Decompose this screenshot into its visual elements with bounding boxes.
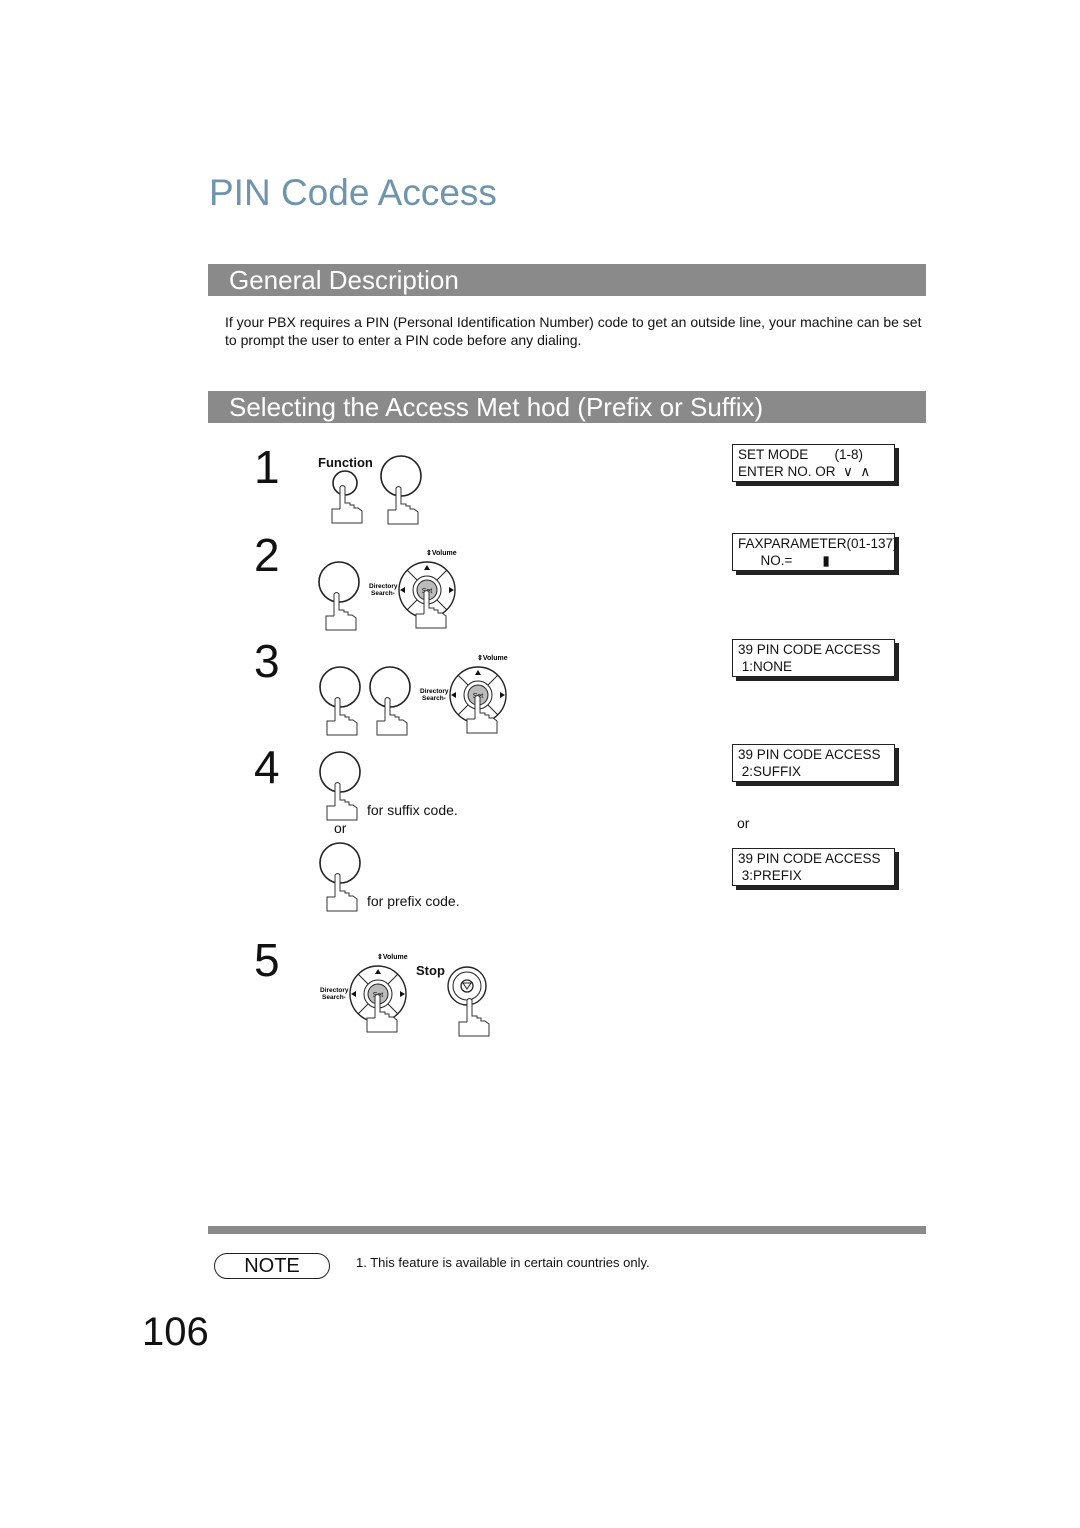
lcd-line: FAXPARAMETER(01-137): [738, 536, 898, 551]
step-number-4: 4: [254, 741, 280, 793]
lcd-or-text: or: [737, 815, 750, 831]
lcd-line: ENTER NO. OR ∨ ∧: [738, 464, 871, 479]
lcd-line: 39 PIN CODE ACCESS: [738, 642, 881, 657]
volume-label: ⇕Volume: [426, 549, 457, 557]
step-number-5: 5: [254, 934, 280, 986]
or-text: or: [334, 820, 347, 836]
lcd-display-3: 39 PIN CODE ACCESS 1:NONE: [732, 639, 895, 677]
lcd-line: 3:PREFIX: [738, 868, 802, 883]
directory-label: Directory: [420, 688, 449, 695]
lcd-line: 39 PIN CODE ACCESS: [738, 851, 881, 866]
function-label: Function: [318, 455, 373, 470]
lcd-line: 1:NONE: [738, 659, 793, 674]
prefix-text: for prefix code.: [367, 893, 460, 909]
lcd-line: SET MODE (1-8): [738, 447, 864, 462]
lcd-display-5: 39 PIN CODE ACCESS 3:PREFIX: [732, 848, 895, 886]
step-number-3: 3: [254, 635, 280, 687]
note-badge: NOTE: [214, 1253, 330, 1279]
directory-label: Directory: [369, 583, 398, 590]
divider: [208, 1226, 926, 1234]
lcd-display-1: SET MODE (1-8) ENTER NO. OR ∨ ∧: [732, 444, 895, 482]
volume-label: ⇕Volume: [377, 953, 408, 961]
search-label: Search-: [422, 695, 446, 702]
lcd-display-4: 39 PIN CODE ACCESS 2:SUFFIX: [732, 744, 895, 782]
directory-label: Directory: [320, 987, 349, 994]
section-selecting-access-method: Selecting the Access Met hod (Prefix or …: [208, 391, 926, 423]
stop-label: Stop: [416, 963, 445, 978]
page-title: PIN Code Access: [209, 172, 497, 213]
step-number-1: 1: [254, 441, 280, 493]
lcd-display-2: FAXPARAMETER(01-137) NO.= ▮: [732, 533, 898, 571]
suffix-text: for suffix code.: [367, 802, 458, 818]
lcd-line: NO.= ▮: [738, 553, 830, 568]
description-text: If your PBX requires a PIN (Personal Ide…: [225, 314, 922, 348]
lcd-line: 2:SUFFIX: [738, 764, 802, 779]
volume-label: ⇕Volume: [477, 654, 508, 662]
note-text: 1. This feature is available in certain …: [356, 1255, 650, 1270]
step-number-2: 2: [254, 529, 280, 581]
section-general-description: General Description: [208, 264, 926, 296]
stop-button-icon: [447, 966, 490, 1037]
lcd-line: 39 PIN CODE ACCESS: [738, 747, 881, 762]
search-label: Search-: [322, 994, 346, 1001]
manual-page: PIN Code Access General Description If y…: [0, 0, 1080, 1528]
page-number: 106: [142, 1310, 209, 1354]
search-label: Search-: [371, 590, 395, 597]
